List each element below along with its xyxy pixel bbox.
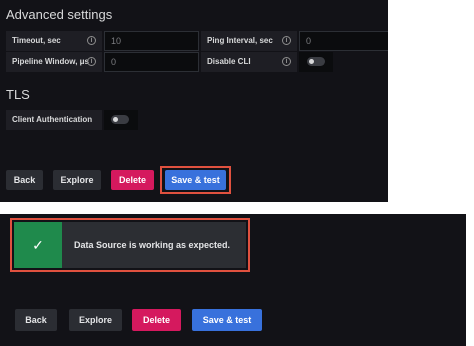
explore-button[interactable]: Explore	[69, 309, 122, 331]
timeout-input[interactable]: 10	[104, 31, 199, 51]
timeout-label-text: Timeout, sec	[12, 36, 61, 45]
delete-button[interactable]: Delete	[132, 309, 181, 331]
client-auth-cell	[104, 110, 138, 130]
ping-interval-label-text: Ping Interval, sec	[207, 36, 273, 45]
save-test-button[interactable]: Save & test	[192, 309, 262, 331]
delete-button[interactable]: Delete	[111, 170, 154, 190]
pipeline-window-label-text: Pipeline Window, μs	[12, 57, 89, 66]
client-auth-label-text: Client Authentication	[12, 115, 93, 124]
pipeline-window-label: Pipeline Window, μs i	[6, 52, 102, 72]
info-icon[interactable]: i	[282, 57, 291, 66]
disable-cli-label: Disable CLI i	[201, 52, 297, 72]
alert-highlight	[10, 218, 250, 272]
info-icon[interactable]: i	[87, 57, 96, 66]
disable-cli-toggle[interactable]	[307, 57, 325, 66]
back-button[interactable]: Back	[6, 170, 43, 190]
tls-title: TLS	[6, 87, 30, 102]
info-icon[interactable]: i	[282, 36, 291, 45]
pipeline-window-input[interactable]: 0	[104, 52, 199, 72]
explore-button[interactable]: Explore	[53, 170, 101, 190]
ping-interval-input[interactable]: 0	[299, 31, 388, 51]
client-auth-label: Client Authentication	[6, 110, 102, 130]
client-auth-toggle[interactable]	[111, 115, 129, 124]
advanced-settings-title: Advanced settings	[6, 7, 113, 22]
disable-cli-cell	[299, 52, 333, 72]
save-test-button[interactable]: Save & test	[165, 170, 226, 190]
datasource-settings-panel: Advanced settings Timeout, sec i 10 Ping…	[0, 0, 388, 202]
disable-cli-label-text: Disable CLI	[207, 57, 251, 66]
info-icon[interactable]: i	[87, 36, 96, 45]
back-button[interactable]: Back	[15, 309, 57, 331]
ping-interval-label: Ping Interval, sec i	[201, 31, 297, 51]
timeout-label: Timeout, sec i	[6, 31, 102, 51]
